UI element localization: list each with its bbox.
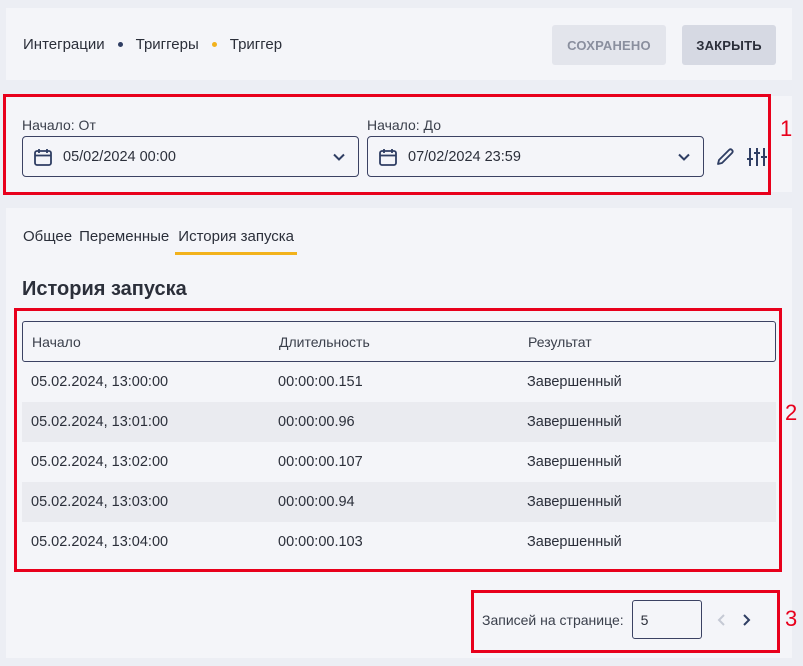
breadcrumb-item-trigger: Триггер xyxy=(229,36,283,53)
tab-bar: Общее Переменные История запуска xyxy=(22,228,300,255)
annotation-number-2: 2 xyxy=(785,400,798,425)
annotation-box-3 xyxy=(471,590,780,653)
breadcrumb-item-triggers[interactable]: Триггеры xyxy=(136,36,199,53)
section-title: История запуска xyxy=(22,278,187,300)
header-bar: Интеграции Триггеры Триггер СОХРАНЕНО ЗА… xyxy=(6,8,792,80)
breadcrumb-separator-active xyxy=(211,42,217,47)
breadcrumb-separator xyxy=(117,42,123,47)
annotation-number-1: 1 xyxy=(780,116,793,141)
tab-variables[interactable]: Переменные xyxy=(78,228,172,255)
annotation-number-3: 3 xyxy=(785,606,798,631)
annotation-box-2 xyxy=(14,308,782,572)
tab-run-history[interactable]: История запуска xyxy=(175,228,298,255)
annotation-box-1 xyxy=(3,94,771,195)
saved-button[interactable]: СОХРАНЕНО xyxy=(552,25,666,65)
breadcrumb: Интеграции Триггеры Триггер xyxy=(23,36,282,53)
breadcrumb-item-integrations[interactable]: Интеграции xyxy=(23,36,105,53)
tab-general[interactable]: Общее xyxy=(22,228,75,255)
close-button[interactable]: ЗАКРЫТЬ xyxy=(682,25,776,65)
